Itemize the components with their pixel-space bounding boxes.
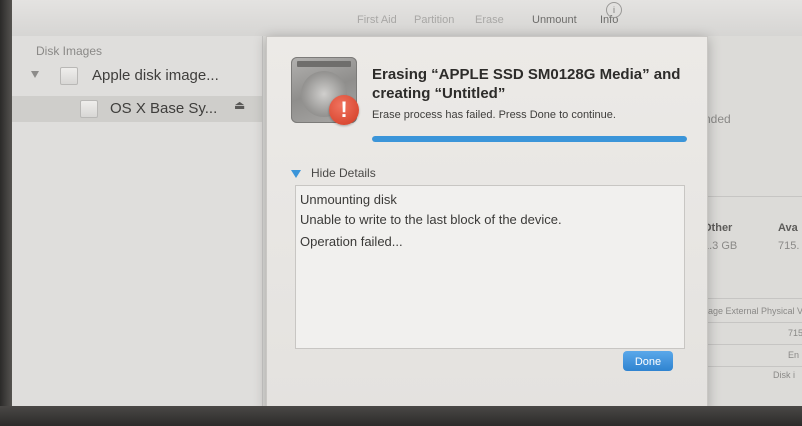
sidebar-item-label: Apple disk image...	[92, 67, 219, 84]
progress-bar	[372, 136, 687, 142]
disclosure-triangle-icon	[291, 169, 301, 178]
erase-sheet-dialog: ! Erasing “APPLE SSD SM0128G Media” and …	[266, 36, 708, 412]
screen-bezel-bottom	[0, 406, 802, 426]
screen-bezel-left	[0, 0, 12, 426]
info-button[interactable]: i Info	[600, 2, 622, 26]
info-row: 715	[788, 328, 802, 338]
divider	[703, 196, 802, 197]
sheet-title: Erasing “APPLE SSD SM0128G Media” and cr…	[372, 66, 681, 102]
available-value: 715.	[778, 240, 800, 252]
disk-icon	[80, 100, 98, 118]
info-row: Disk i	[773, 370, 795, 380]
toolbar: First Aid Partition Erase Unmount i Info	[12, 0, 802, 37]
details-log[interactable]: Unmounting disk Unable to write to the l…	[295, 185, 685, 349]
divider	[703, 298, 802, 299]
progress-fill	[372, 136, 687, 142]
disclosure-triangle-icon[interactable]	[31, 71, 39, 78]
available-label: Ava	[778, 222, 798, 234]
sidebar-item-apple-disk-image[interactable]: Apple disk image...	[12, 64, 262, 90]
sidebar: Disk Images Apple disk image... OS X Bas…	[12, 36, 263, 406]
info-icon: i	[606, 2, 622, 18]
unmount-button[interactable]: Unmount	[532, 14, 577, 26]
first-aid-button[interactable]: First Aid	[357, 14, 397, 26]
sidebar-header: Disk Images	[36, 44, 103, 58]
sidebar-item-os-x-base-system[interactable]: OS X Base Sy... ⏏	[12, 96, 262, 122]
hide-details-toggle[interactable]: Hide Details	[291, 166, 376, 180]
disk-icon	[60, 67, 78, 85]
hide-details-label: Hide Details	[311, 166, 376, 180]
info-row: En	[788, 350, 800, 360]
eject-icon[interactable]: ⏏	[234, 98, 245, 112]
other-value: 1.3 GB	[703, 240, 738, 252]
alert-icon: !	[329, 95, 359, 125]
done-button[interactable]: Done	[623, 351, 673, 371]
partition-button[interactable]: Partition	[414, 14, 454, 26]
info-row: nage External Physical V	[703, 306, 802, 316]
status-message: Erase process has failed. Press Done to …	[372, 109, 616, 121]
log-line: Operation failed...	[300, 234, 403, 249]
log-line: Unable to write to the last block of the…	[300, 212, 562, 227]
divider	[703, 322, 802, 323]
sidebar-item-label: OS X Base Sy...	[110, 100, 218, 117]
erase-button[interactable]: Erase	[475, 14, 504, 26]
divider	[703, 344, 802, 345]
log-line: Unmounting disk	[300, 192, 397, 207]
screen: First Aid Partition Erase Unmount i Info…	[0, 0, 802, 426]
divider	[703, 366, 802, 367]
